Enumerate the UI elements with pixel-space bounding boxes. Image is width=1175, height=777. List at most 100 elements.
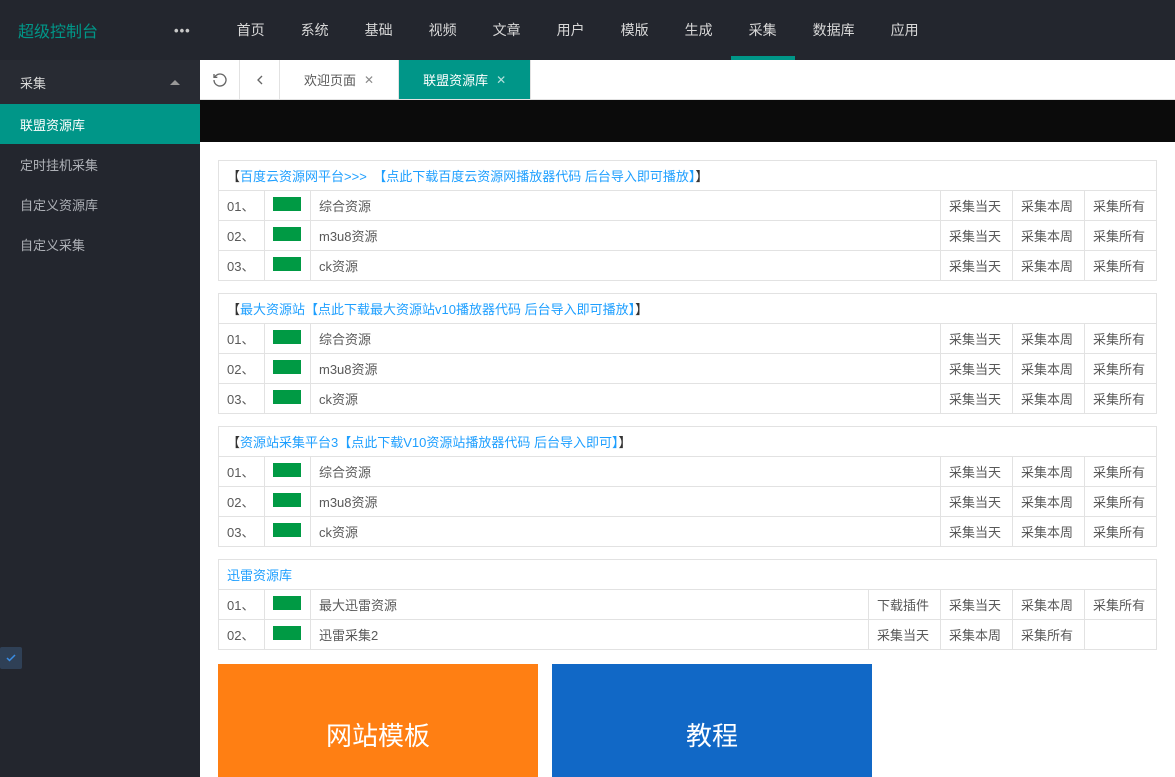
tab-label: 联盟资源库 xyxy=(423,70,488,89)
row-num: 01、 xyxy=(219,590,265,620)
nav-item[interactable]: 应用 xyxy=(873,0,937,60)
close-icon[interactable]: ✕ xyxy=(496,73,506,87)
promo-card[interactable]: 教程 xyxy=(552,664,872,777)
tab-prev-icon[interactable] xyxy=(240,60,280,99)
header-link[interactable]: 百度云资源网平台>>> xyxy=(240,169,367,184)
row-num: 03、 xyxy=(219,251,265,281)
promo-card[interactable]: 网站模板 xyxy=(218,664,538,777)
nav-item[interactable]: 基础 xyxy=(347,0,411,60)
collect-week[interactable]: 采集本周 xyxy=(1013,324,1085,354)
collect-week[interactable]: 采集本周 xyxy=(1013,251,1085,281)
collect-week[interactable]: 采集本周 xyxy=(1013,384,1085,414)
collect-week[interactable]: 采集本周 xyxy=(1013,517,1085,547)
collect-all[interactable]: 采集所有 xyxy=(1085,324,1157,354)
sidebar-head[interactable]: 采集 xyxy=(0,60,200,104)
sidebar-item[interactable]: 联盟资源库 xyxy=(0,104,200,144)
sidebar: 采集 联盟资源库定时挂机采集自定义资源库自定义采集 xyxy=(0,60,200,777)
status-dot xyxy=(265,457,311,487)
row-num: 02、 xyxy=(219,221,265,251)
collect-all[interactable]: 采集所有 xyxy=(1085,354,1157,384)
nav-item[interactable]: 采集 xyxy=(731,0,795,60)
collect-today[interactable]: 采集当天 xyxy=(941,384,1013,414)
collect-week[interactable]: 采集本周 xyxy=(1013,221,1085,251)
collect-all[interactable]: 采集所有 xyxy=(1085,384,1157,414)
collect-week[interactable]: 采集本周 xyxy=(941,620,1013,650)
collect-today[interactable]: 采集当天 xyxy=(941,324,1013,354)
collect-week[interactable]: 采集本周 xyxy=(1013,487,1085,517)
resource-name: 最大迅雷资源 xyxy=(311,590,869,620)
sidebar-item[interactable]: 自定义采集 xyxy=(0,224,200,264)
collect-today[interactable]: 采集当天 xyxy=(941,251,1013,281)
nav-item[interactable]: 生成 xyxy=(667,0,731,60)
sidebar-item[interactable]: 定时挂机采集 xyxy=(0,144,200,184)
table-row: 02、 迅雷采集2采集当天采集本周采集所有 xyxy=(219,620,1157,650)
header-link[interactable]: 【点此下载V10资源站播放器代码 后台导入即可】 xyxy=(338,435,618,450)
resource-name: 综合资源 xyxy=(311,324,941,354)
chevron-up-icon xyxy=(170,80,180,85)
collect-today[interactable]: 采集当天 xyxy=(941,221,1013,251)
collect-today[interactable]: 采集当天 xyxy=(941,457,1013,487)
header-link[interactable]: 【点此下载百度云资源网播放器代码 后台导入即可播放】 xyxy=(367,169,696,184)
help-icon[interactable] xyxy=(0,647,22,669)
row-num: 02、 xyxy=(219,620,265,650)
nav-item[interactable]: 数据库 xyxy=(795,0,873,60)
collect-all[interactable]: 采集所有 xyxy=(1085,487,1157,517)
resource-name: m3u8资源 xyxy=(311,221,941,251)
tab-label: 欢迎页面 xyxy=(304,70,356,89)
nav-item[interactable]: 视频 xyxy=(411,0,475,60)
table-row: 03、ck资源采集当天采集本周采集所有 xyxy=(219,517,1157,547)
collect-week[interactable]: 采集本周 xyxy=(1013,457,1085,487)
resource-name: 迅雷采集2 xyxy=(311,620,869,650)
row-num: 02、 xyxy=(219,487,265,517)
collect-all[interactable]: 采集所有 xyxy=(1085,590,1157,620)
collect-all[interactable]: 采集所有 xyxy=(1085,457,1157,487)
collect-today[interactable]: 采集当天 xyxy=(941,191,1013,221)
header-link[interactable]: 【点此下载最大资源站v10播放器代码 后台导入即可播放】 xyxy=(305,302,635,317)
table-row: 01、综合资源采集当天采集本周采集所有 xyxy=(219,191,1157,221)
group-header: 【最大资源站【点此下载最大资源站v10播放器代码 后台导入即可播放】】 xyxy=(219,294,1157,324)
nav-item[interactable]: 用户 xyxy=(539,0,603,60)
nav-item[interactable]: 文章 xyxy=(475,0,539,60)
group-header: 【百度云资源网平台>>> 【点此下载百度云资源网播放器代码 后台导入即可播放】】 xyxy=(219,161,1157,191)
collect-today[interactable]: 采集当天 xyxy=(869,620,941,650)
table-row: 02、m3u8资源采集当天采集本周采集所有 xyxy=(219,354,1157,384)
collect-week[interactable]: 采集本周 xyxy=(1013,590,1085,620)
sidebar-item[interactable]: 自定义资源库 xyxy=(0,184,200,224)
page-body: 【百度云资源网平台>>> 【点此下载百度云资源网播放器代码 后台导入即可播放】】… xyxy=(200,142,1175,777)
collect-all[interactable]: 采集所有 xyxy=(1085,191,1157,221)
promo-cards: 网站模板教程 xyxy=(218,664,1157,777)
collect-all[interactable]: 采集所有 xyxy=(1013,620,1085,650)
status-dot xyxy=(265,324,311,354)
collect-week[interactable]: 采集本周 xyxy=(1013,354,1085,384)
tab[interactable]: 欢迎页面 ✕ xyxy=(280,60,399,99)
collect-all[interactable]: 采集所有 xyxy=(1085,517,1157,547)
collect-today[interactable]: 采集当天 xyxy=(941,517,1013,547)
resource-table: 迅雷资源库01、最大迅雷资源下载插件采集当天采集本周采集所有02、迅雷采集2采集… xyxy=(218,559,1157,650)
header-link[interactable]: 迅雷资源库 xyxy=(227,568,292,583)
nav-item[interactable]: 首页 xyxy=(219,0,283,60)
header-link[interactable]: 最大资源站 xyxy=(240,302,305,317)
more-icon[interactable]: ••• xyxy=(174,23,191,38)
status-dot xyxy=(265,251,311,281)
table-row: 02、 m3u8资源采集当天采集本周采集所有 xyxy=(219,221,1157,251)
plugin-link[interactable]: 下载插件 xyxy=(869,590,941,620)
header-link[interactable]: 资源站采集平台3 xyxy=(240,435,338,450)
collect-today[interactable]: 采集当天 xyxy=(941,487,1013,517)
collect-week[interactable]: 采集本周 xyxy=(1013,191,1085,221)
refresh-icon[interactable] xyxy=(200,60,240,99)
collect-today[interactable]: 采集当天 xyxy=(941,590,1013,620)
row-num: 01、 xyxy=(219,324,265,354)
nav-item[interactable]: 系统 xyxy=(283,0,347,60)
nav-item[interactable]: 模版 xyxy=(603,0,667,60)
tab-bar: 欢迎页面 ✕ 联盟资源库 ✕ xyxy=(200,60,1175,100)
close-icon[interactable]: ✕ xyxy=(364,73,374,87)
collect-today[interactable]: 采集当天 xyxy=(941,354,1013,384)
tab[interactable]: 联盟资源库 ✕ xyxy=(399,60,531,99)
status-dot xyxy=(265,620,311,650)
table-row: 03、ck资源采集当天采集本周采集所有 xyxy=(219,384,1157,414)
collect-all[interactable]: 采集所有 xyxy=(1085,221,1157,251)
collect-all[interactable]: 采集所有 xyxy=(1085,251,1157,281)
resource-table: 【最大资源站【点此下载最大资源站v10播放器代码 后台导入即可播放】】01、 综合… xyxy=(218,293,1157,414)
group-header: 【资源站采集平台3【点此下载V10资源站播放器代码 后台导入即可】】 xyxy=(219,427,1157,457)
row-num: 03、 xyxy=(219,517,265,547)
